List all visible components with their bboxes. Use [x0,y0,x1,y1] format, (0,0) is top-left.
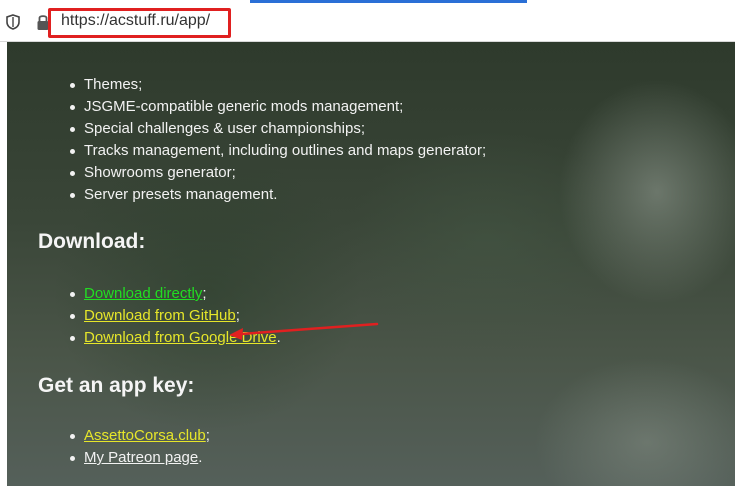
patreon-page-link[interactable]: My Patreon page [84,449,198,466]
app-key-heading: Get an app key: [38,374,195,397]
page-content: Themes; JSGME-compatible generic mods ma… [7,42,735,486]
app-key-item: AssettoCorsa.club; [68,425,210,447]
feature-list: Themes; JSGME-compatible generic mods ma… [68,74,486,206]
download-github-link[interactable]: Download from GitHub [84,307,236,324]
assettocorsa-club-link[interactable]: AssettoCorsa.club [84,427,206,444]
annotation-arrow-icon [229,322,379,340]
list-suffix: ; [205,427,210,444]
address-bar[interactable]: https://acstuff.ru/app/ [0,3,735,42]
download-directly-link[interactable]: Download directly [84,285,202,302]
feature-item: Server presets management. [68,184,486,206]
download-heading: Download: [38,230,146,253]
app-key-list: AssettoCorsa.club; My Patreon page. [68,425,210,469]
list-suffix: ; [202,285,207,302]
feature-item: Tracks management, including outlines an… [68,140,486,162]
page-left-margin [0,42,7,486]
download-item: Download directly; [68,283,281,305]
app-key-item: My Patreon page. [68,447,210,469]
shield-icon[interactable] [6,14,20,30]
list-suffix: . [198,449,203,466]
url-highlight-box [48,8,231,38]
feature-item: Themes; [68,74,486,96]
feature-item: JSGME-compatible generic mods management… [68,96,486,118]
feature-item: Special challenges & user championships; [68,118,486,140]
feature-item: Showrooms generator; [68,162,486,184]
